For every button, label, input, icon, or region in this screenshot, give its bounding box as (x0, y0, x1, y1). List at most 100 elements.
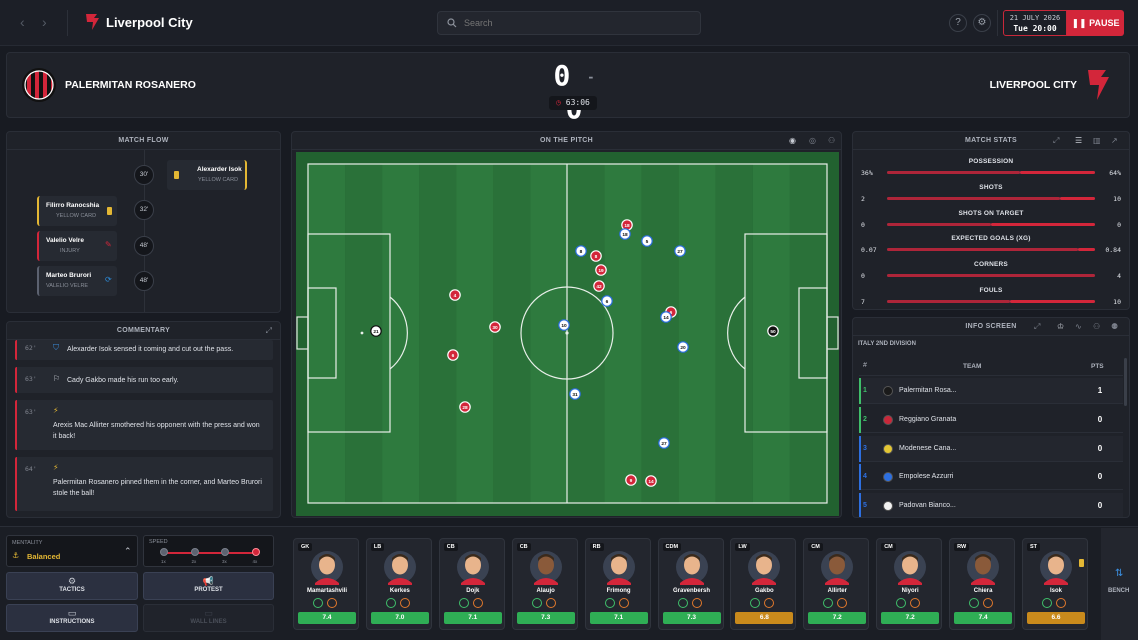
away-player-marker[interactable]: 5 (641, 235, 653, 247)
home-player-marker[interactable]: 14 (645, 475, 657, 487)
home-player-marker[interactable]: 9 (625, 474, 637, 486)
players-icon[interactable]: ⚇ (1093, 322, 1100, 331)
stat-label: SHOTS ON TARGET (958, 209, 1024, 217)
view-2d-icon[interactable]: ◉ (789, 136, 796, 145)
away-player-marker[interactable]: 20 (677, 341, 689, 353)
event-card[interactable]: Valelio Velre INJURY ✎ (37, 231, 117, 261)
col-pos: # (863, 362, 867, 369)
forward-arrow-icon[interactable]: › (42, 14, 47, 30)
search-input[interactable] (464, 15, 694, 31)
player-card[interactable]: RW Chiera 7.4 (949, 538, 1016, 630)
player-number: 14 (648, 479, 654, 485)
scoreboard: PALERMITAN ROSANERO 0 - 0 ◷ 63:06 LIVERP… (6, 52, 1130, 125)
player-card[interactable]: CB Dojk 7.1 (438, 538, 505, 630)
back-arrow-icon[interactable]: ‹ (20, 14, 25, 30)
mentality-select[interactable]: MENTALITY ⚓ Balanced ⌃ (6, 535, 138, 567)
event-card[interactable]: Marteo Brurori VALELIO VELRE ⟳ (37, 266, 117, 296)
speed-step-1[interactable] (160, 548, 168, 556)
player-card[interactable]: RB Frimong 7.1 (584, 538, 651, 630)
event-card[interactable]: Alexarder Isok YELLOW CARD (167, 160, 247, 190)
pitch-title: ON THE PITCH (292, 132, 841, 150)
activity-icon[interactable]: ∿ (1075, 322, 1082, 331)
speed-step-3[interactable] (221, 548, 229, 556)
stat-label: CORNERS (974, 261, 1008, 269)
away-player-marker[interactable]: 8 (575, 245, 587, 257)
home-goalkeeper-marker[interactable]: 21 (370, 325, 382, 337)
player-card[interactable]: CB Alaujo 7.3 (511, 538, 578, 630)
player-number: 42 (596, 284, 602, 290)
player-number: 27 (661, 441, 667, 447)
match-screen: ‹ › Liverpool City ? ⚙ 21 JULY 2026 Tue … (0, 0, 1138, 640)
speed-step-2[interactable] (190, 548, 199, 556)
league-row[interactable]: 2 Reggiano Granata 0 (859, 406, 1123, 433)
expand-icon[interactable]: ⤢ (266, 326, 272, 336)
player-card[interactable]: LW Gakbo 6.8 (730, 538, 797, 630)
settings-gear-icon[interactable]: ⚙ (973, 14, 991, 32)
list-view-icon[interactable]: ☰ (1075, 136, 1082, 145)
expand-icon[interactable]: ⤢ (1034, 322, 1040, 332)
player-number: 8 (580, 249, 583, 255)
bar-chart-icon[interactable]: ▥ (1093, 136, 1101, 145)
home-player-marker[interactable]: 42 (593, 280, 605, 292)
scrollbar[interactable] (1124, 358, 1127, 406)
stat-home-value: 36% (861, 169, 873, 177)
away-player-marker[interactable]: 14 (660, 311, 672, 323)
trophy-icon[interactable]: ♔ (1057, 322, 1064, 331)
player-number: 4 (454, 293, 457, 299)
bench-button[interactable]: ⇅ BENCH (1101, 528, 1138, 640)
away-player-marker[interactable]: 10 (558, 319, 570, 331)
pause-button[interactable]: ❚❚ PAUSE (1067, 10, 1124, 36)
commentary-panel: COMMENTARY ⤢ 62' ⛉ Alexarder Isok sensed… (6, 321, 281, 518)
speed-control[interactable]: SPEED 1x 2x 3x 4x (143, 535, 274, 567)
away-player-marker[interactable]: 27 (658, 437, 670, 449)
home-player-marker[interactable]: 19 (595, 264, 607, 276)
player-avatar (529, 549, 562, 585)
team-icon[interactable]: ⚉ (1111, 322, 1118, 331)
league-row[interactable]: 4 Empolese Azzurri 0 (859, 464, 1123, 491)
away-player-marker[interactable]: 6 (601, 295, 613, 307)
player-avatar (602, 549, 635, 585)
stat-home-value: 0 (861, 220, 865, 229)
event-minute: 30' (134, 165, 154, 185)
camera-icon[interactable]: ◎ (809, 136, 816, 145)
event-card[interactable]: Filirro Ranocshia YELLOW CARD (37, 196, 117, 226)
player-card[interactable]: ST Isok 6.6 (1022, 538, 1088, 630)
player-card[interactable]: CM Allirter 7.2 (803, 538, 870, 630)
expand-icon[interactable]: ⤢ (1053, 136, 1059, 146)
away-player-marker[interactable]: 18 (619, 228, 631, 240)
player-avatar (1040, 549, 1072, 585)
home-player-marker[interactable]: 8 (590, 250, 602, 262)
home-player-marker[interactable]: 4 (449, 289, 461, 301)
league-row[interactable]: 3 Modenese Cana... 0 (859, 435, 1123, 462)
protest-button[interactable]: 📢 PROTEST (143, 572, 274, 600)
event-player: Filirro Ranocshia (46, 202, 100, 209)
formation-icon[interactable]: ⚇ (828, 136, 835, 145)
search-box[interactable] (437, 11, 701, 35)
player-card[interactable]: CDM Gravenbersh 7.3 (657, 538, 724, 630)
away-goalkeeper-marker[interactable]: 50 (767, 325, 779, 337)
home-player-marker[interactable]: 6 (447, 349, 459, 361)
player-card[interactable]: CM Niyori 7.2 (876, 538, 943, 630)
league-points: 1 (1097, 386, 1103, 395)
league-row[interactable]: 5 Padovan Bianco... 0 (859, 493, 1123, 517)
league-row[interactable]: 1 Palermitan Rosa... 1 (859, 378, 1123, 404)
home-player-marker[interactable]: 28 (459, 401, 471, 413)
help-icon[interactable]: ? (949, 14, 967, 32)
fitness-icon (1042, 598, 1052, 608)
tactics-button[interactable]: ⚙ TACTICS (6, 572, 138, 600)
home-player-marker[interactable]: 30 (489, 321, 501, 333)
team-badge-icon (883, 443, 893, 454)
away-player-marker[interactable]: 27 (674, 245, 686, 257)
player-number: 28 (462, 405, 468, 411)
player-number: 10 (561, 323, 567, 329)
league-position: 5 (863, 502, 867, 510)
date-text: 21 JULY 2026 (1009, 14, 1061, 22)
instructions-button[interactable]: ▭ INSTRUCTIONS (6, 604, 138, 632)
player-card[interactable]: GK Mamartashvili 7.4 (293, 538, 359, 630)
league-team-name: Padovan Bianco... (899, 502, 956, 510)
speed-step-4[interactable] (251, 548, 260, 556)
away-player-marker[interactable]: 31 (569, 388, 581, 400)
player-card[interactable]: LB Kerkes 7.0 (365, 538, 432, 630)
stat-label: POSSESSION (968, 158, 1014, 165)
trend-icon[interactable]: ↗ (1111, 136, 1118, 145)
